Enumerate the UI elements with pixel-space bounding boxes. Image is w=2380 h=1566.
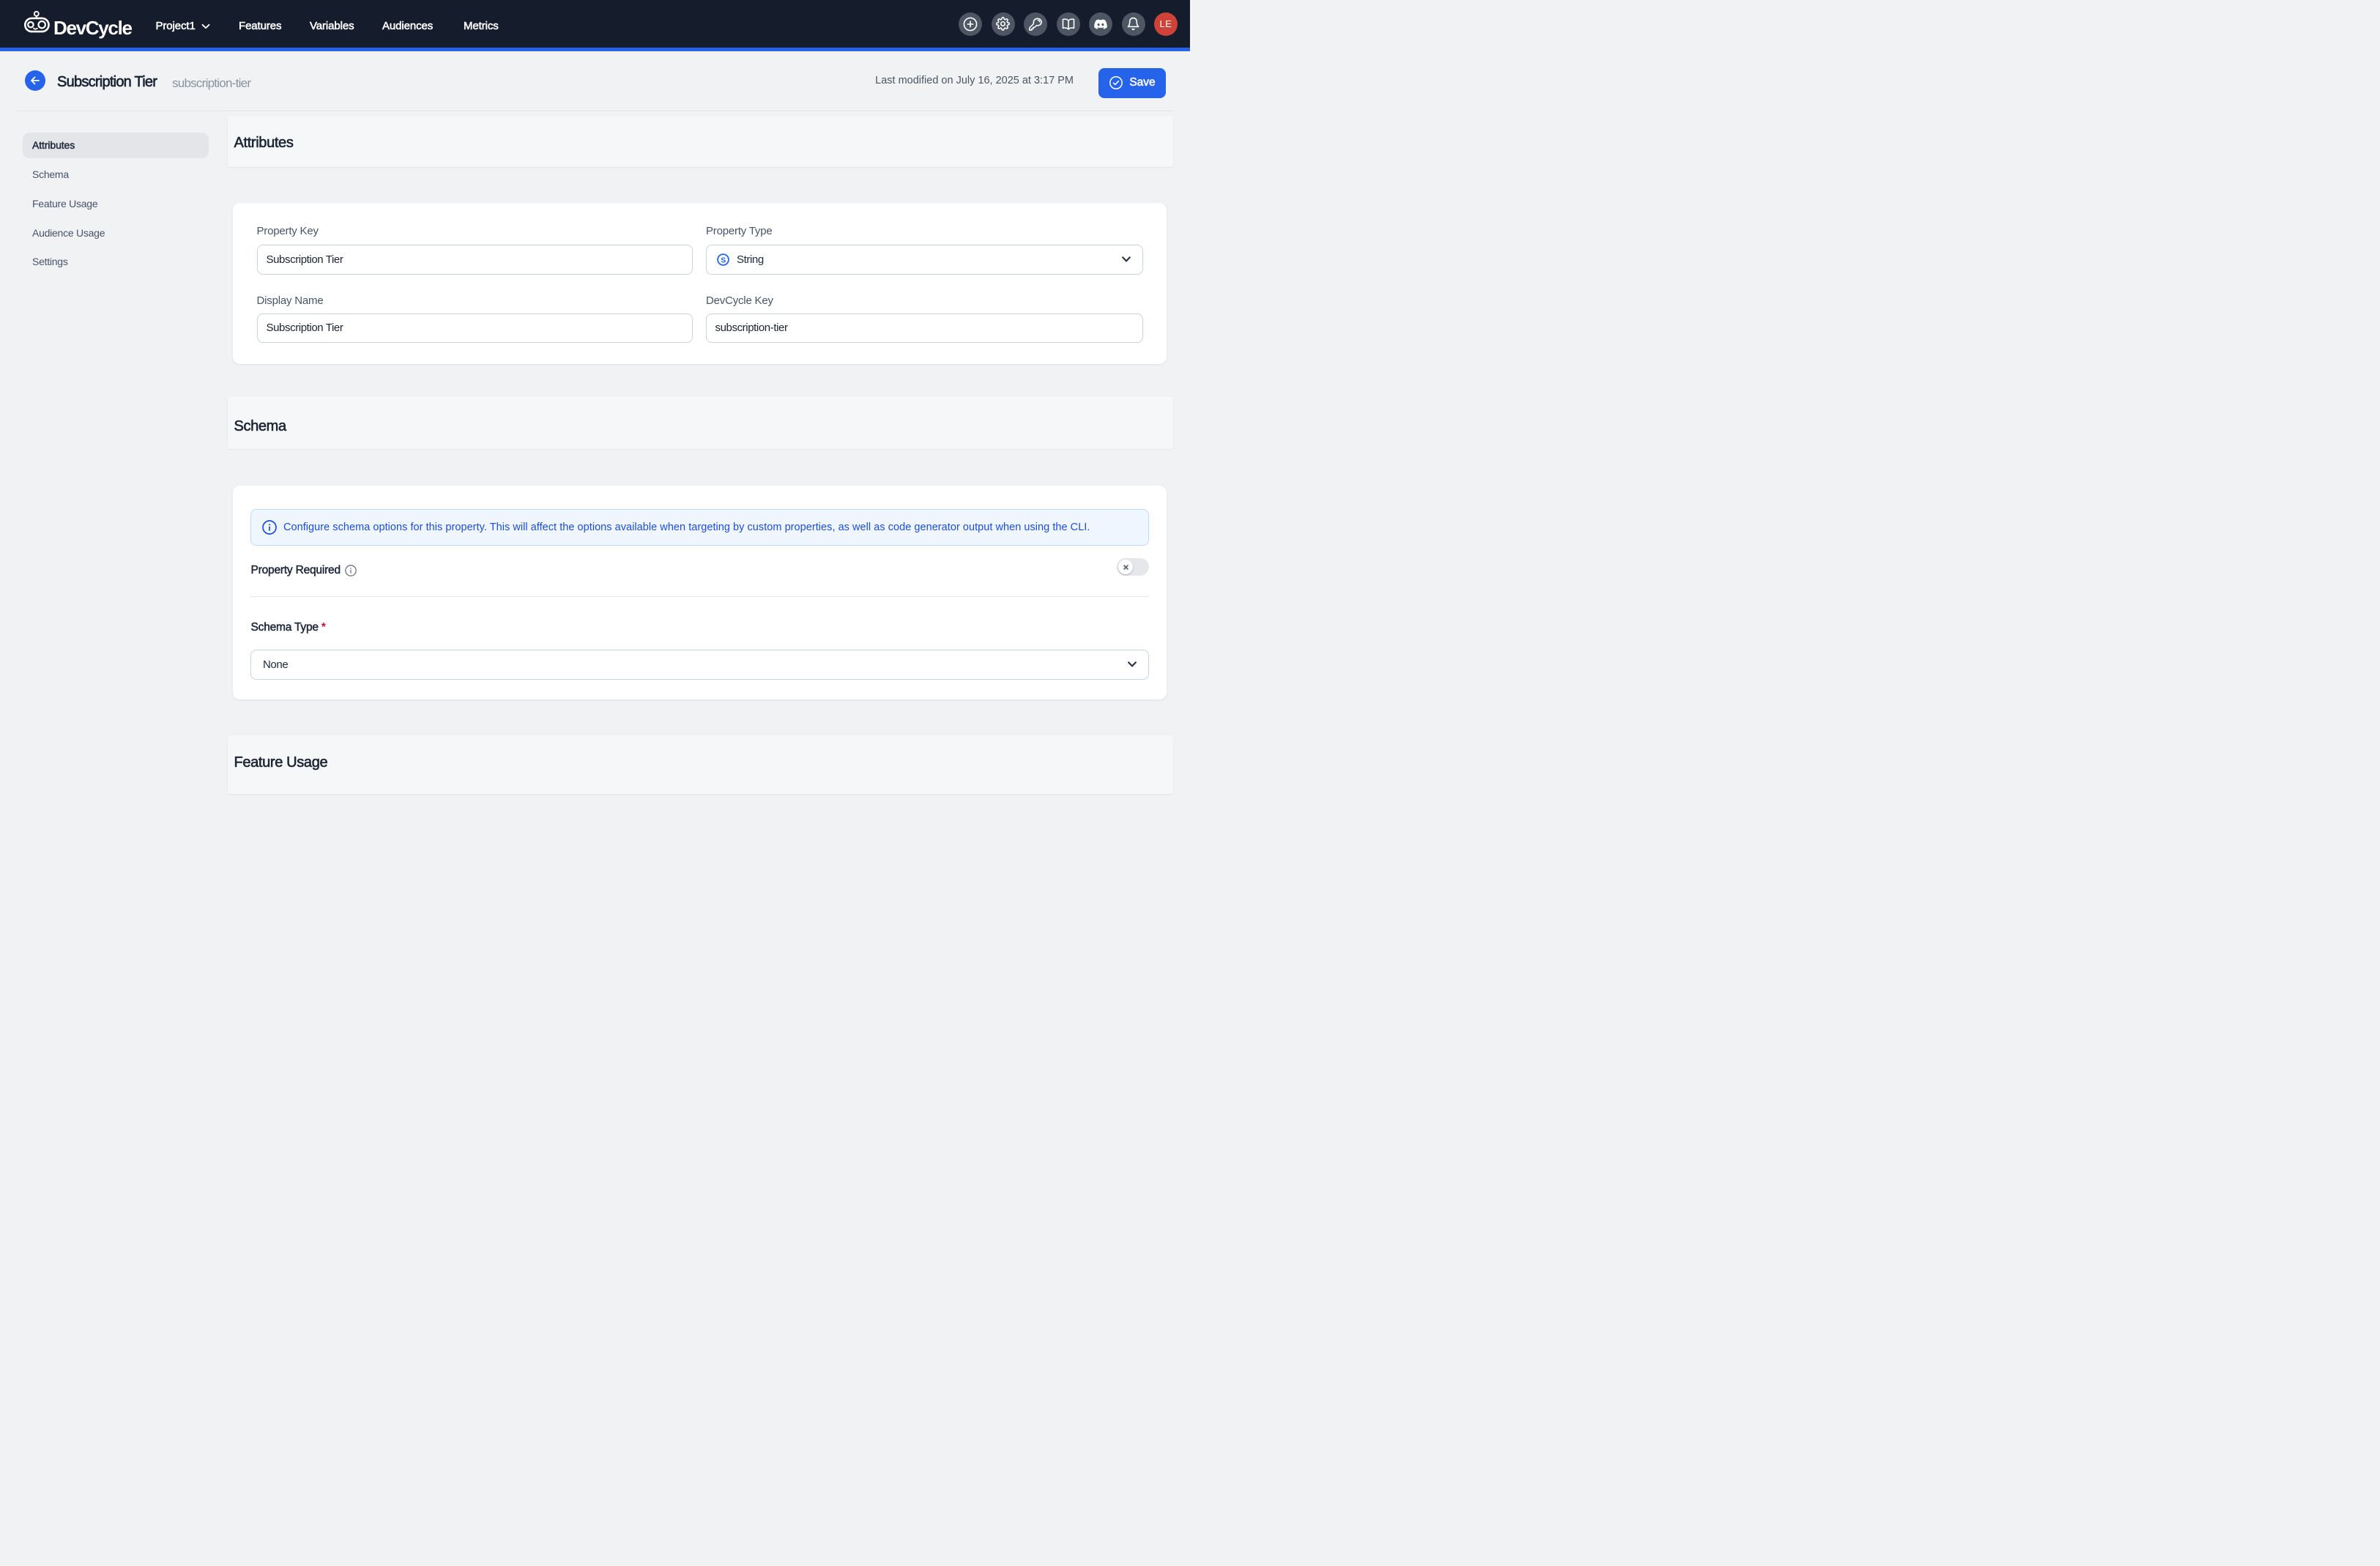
svg-text:S: S xyxy=(721,256,726,264)
